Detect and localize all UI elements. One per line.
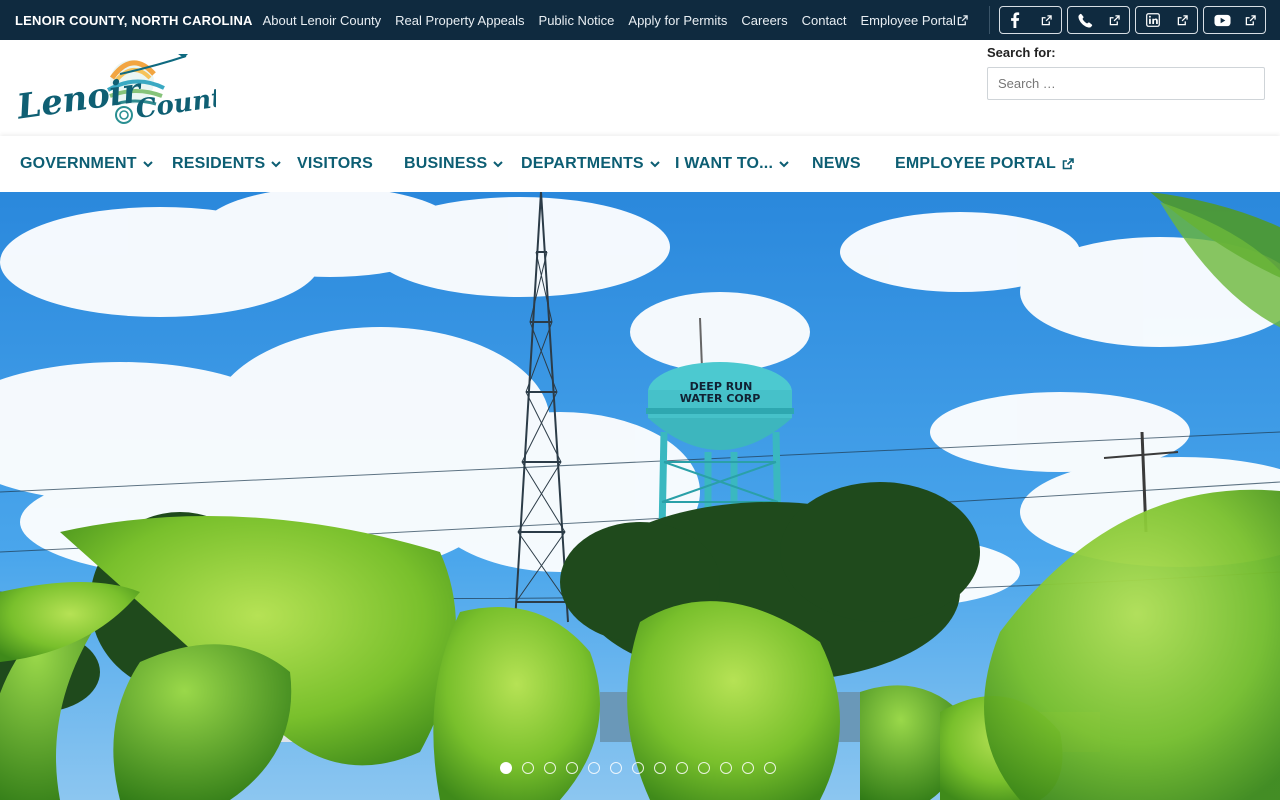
external-link-icon	[1245, 14, 1256, 25]
linkedin-button[interactable]	[1135, 6, 1198, 34]
slide-dot-1[interactable]	[500, 762, 512, 774]
nav-residents-label: RESIDENTS	[172, 155, 266, 172]
chevron-down-icon	[271, 160, 282, 167]
main-navigation: GOVERNMENT RESIDENTS VISITORS BUSINESS D…	[0, 136, 1280, 192]
facebook-icon	[1011, 12, 1020, 28]
slide-dot-12[interactable]	[742, 762, 754, 774]
nav-news[interactable]: NEWS	[812, 136, 861, 192]
external-link-icon	[1109, 14, 1120, 25]
chevron-down-icon	[779, 160, 789, 167]
slide-dot-10[interactable]	[698, 762, 710, 774]
nav-business-label: BUSINESS	[404, 155, 488, 172]
util-link-about[interactable]: About Lenoir County	[263, 13, 382, 28]
util-link-public-notice[interactable]: Public Notice	[539, 13, 615, 28]
youtube-button[interactable]	[1203, 6, 1266, 34]
external-link-icon	[1177, 14, 1188, 25]
slide-dot-3[interactable]	[544, 762, 556, 774]
search-label: Search for:	[987, 45, 1056, 60]
chevron-down-icon	[142, 160, 153, 167]
youtube-icon	[1214, 14, 1231, 26]
slide-dot-8[interactable]	[654, 762, 666, 774]
nav-news-label: NEWS	[812, 155, 861, 172]
hero-image: DEEP RUN WATER CORP	[0, 192, 1280, 800]
slide-dot-4[interactable]	[566, 762, 578, 774]
nav-employee-portal[interactable]: EMPLOYEE PORTAL	[895, 136, 1074, 192]
slide-dot-2[interactable]	[522, 762, 534, 774]
slide-dot-11[interactable]	[720, 762, 732, 774]
chevron-down-icon	[493, 160, 504, 167]
util-link-employee-portal[interactable]: Employee Portal	[860, 12, 968, 28]
slide-dot-9[interactable]	[676, 762, 688, 774]
slide-dot-6[interactable]	[610, 762, 622, 774]
facebook-button[interactable]	[999, 6, 1062, 34]
slide-dot-5[interactable]	[588, 762, 600, 774]
nav-employee-portal-label: EMPLOYEE PORTAL	[895, 155, 1056, 172]
nav-departments[interactable]: DEPARTMENTS	[521, 136, 660, 192]
top-utility-bar: LENOIR COUNTY, NORTH CAROLINA About Leno…	[0, 0, 1280, 40]
topbar-divider	[989, 6, 990, 34]
nav-i-want-to[interactable]: I WANT TO...	[675, 136, 789, 192]
util-link-careers[interactable]: Careers	[741, 13, 787, 28]
social-links	[999, 6, 1266, 34]
nav-government-label: GOVERNMENT	[20, 155, 137, 172]
county-name: LENOIR COUNTY, NORTH CAROLINA	[15, 12, 253, 28]
slide-indicators	[500, 762, 776, 774]
utility-links: About Lenoir County Real Property Appeal…	[263, 13, 982, 28]
util-link-employee-portal-label: Employee Portal	[860, 12, 956, 28]
tower-text-line-2: WATER CORP	[680, 392, 761, 405]
nav-government[interactable]: GOVERNMENT	[20, 136, 153, 192]
nav-i-want-to-label: I WANT TO...	[675, 155, 774, 172]
slide-dot-7[interactable]	[632, 762, 644, 774]
external-link-icon	[957, 14, 968, 25]
phone-icon	[1078, 13, 1093, 28]
external-link-icon	[1041, 14, 1052, 25]
slide-dot-13[interactable]	[764, 762, 776, 774]
nav-business[interactable]: BUSINESS	[404, 136, 504, 192]
util-link-permits[interactable]: Apply for Permits	[628, 13, 727, 28]
util-link-property-appeals[interactable]: Real Property Appeals	[395, 13, 524, 28]
lenoir-county-logo[interactable]: Lenoir County	[14, 48, 242, 132]
search-input[interactable]	[987, 67, 1265, 100]
chevron-down-icon	[650, 160, 660, 167]
nav-departments-label: DEPARTMENTS	[521, 155, 644, 172]
hero-slideshow: DEEP RUN WATER CORP	[0, 192, 1280, 800]
site-header: Lenoir County Search for:	[0, 40, 1280, 136]
nav-residents[interactable]: RESIDENTS	[172, 136, 282, 192]
nav-visitors[interactable]: VISITORS	[297, 136, 373, 192]
nav-visitors-label: VISITORS	[297, 155, 373, 172]
linkedin-icon	[1146, 13, 1160, 27]
external-link-icon	[1062, 158, 1074, 170]
phone-button[interactable]	[1067, 6, 1130, 34]
util-link-contact[interactable]: Contact	[802, 13, 847, 28]
